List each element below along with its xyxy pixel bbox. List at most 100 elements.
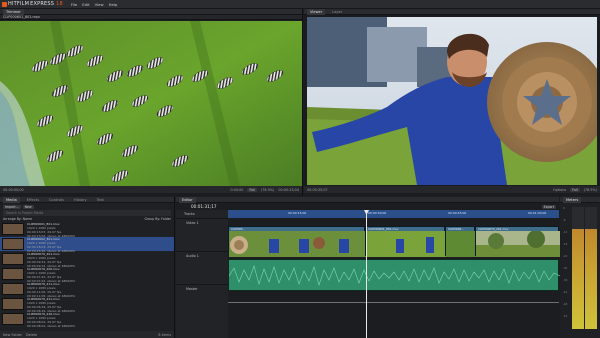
media-meta: CLIP000679_221.mov 1920 x 1080 pixels 00:0… (27, 297, 75, 313)
media-audio-info: 00:00:08;02, stereo at 48000Hz (27, 323, 75, 327)
track-headers: Tracks Video 1 Audio 1 Master (176, 210, 228, 338)
audio-track-header[interactable]: Audio 1 (176, 251, 228, 284)
menu-edit[interactable]: Edit (82, 2, 89, 7)
meter-tick: -36 (563, 279, 568, 282)
trimmer-video-frame (0, 21, 302, 186)
trimmer-clip-name: CLIP000601_801.mov (0, 15, 302, 20)
video-track-header[interactable]: Video 1 (176, 218, 228, 251)
ruler-mark: 00:01:00;00 (528, 211, 547, 215)
timeline-ruler[interactable]: 00:00:15;00 00:00:30;00 00:00:45;00 00:0… (228, 210, 559, 218)
menu-file[interactable]: File (71, 2, 77, 7)
media-meta: CLIP000601_801.mov 1920 x 1080 pixels 00:0… (27, 222, 75, 238)
video-clip[interactable]: CLIP000679_201.mov (475, 226, 560, 257)
media-list-item[interactable]: CLIP000679_226.mov 1920 x 1080 pixels 00:0… (0, 312, 174, 327)
meter-right-fill (585, 228, 597, 329)
ruler-mark: 00:00:15;00 (288, 211, 307, 215)
meter-tick: -30 (563, 267, 568, 270)
meter-tick: -12 (563, 231, 568, 234)
new-folder-button[interactable]: New Folder (3, 333, 22, 337)
delete-button[interactable]: Delete (26, 333, 37, 337)
tab-effects[interactable]: Effects (24, 197, 42, 203)
meter-tick: -54 (563, 315, 568, 318)
meter-tick: -24 (563, 255, 568, 258)
media-list-item[interactable]: CLIP000679_206.mov 1920 x 1080 pixels 00:0… (0, 267, 174, 282)
media-list-item[interactable]: CLIP000679_211.mov 1920 x 1080 pixels 00:0… (0, 282, 174, 297)
video-clip[interactable]: CLIP0006... (445, 226, 476, 257)
media-list-item[interactable]: CLIP000679_201.mov 1920 x 1080 pixels 00:0… (0, 252, 174, 267)
menu-help[interactable]: Help (109, 2, 118, 7)
media-meta: CLIP000602_301.mov 1920 x 1080 pixels 00:0… (27, 237, 75, 253)
media-thumbnail (2, 238, 24, 250)
media-list-item[interactable]: CLIP000602_301.mov 1920 x 1080 pixels 00:0… (0, 237, 174, 252)
app-logo: HITFILM EXPRESS 18 (2, 1, 63, 7)
media-count: 8 items (158, 332, 171, 337)
master-track-header[interactable]: Master (176, 284, 228, 304)
clip-thumbnails (366, 231, 446, 257)
menu-view[interactable]: View (95, 2, 104, 7)
media-panel: Media Effects Controls History Text Impo… (0, 196, 175, 338)
video-clip[interactable]: CLIP000... (228, 226, 366, 257)
viewer-full-dropdown[interactable]: Full (570, 187, 580, 192)
meter-left-fill (572, 228, 584, 329)
trimmer-statusbar: 00:00:00;00 0:00:00 Full (78.9%) 00:00:2… (0, 186, 302, 193)
audio-track-lane[interactable] (228, 259, 561, 291)
tab-controls[interactable]: Controls (46, 197, 67, 203)
viewer-timecode: 00:00:35;07 (307, 187, 328, 192)
tab-text[interactable]: Text (94, 197, 107, 203)
viewer-zoom[interactable]: (78.9%) (584, 188, 597, 192)
menu-bar: File Edit View Help (71, 2, 117, 7)
tab-trimmer[interactable]: Trimmer (3, 8, 24, 15)
meter-tick: -18 (563, 243, 568, 246)
tab-media[interactable]: Media (3, 196, 20, 203)
tab-history[interactable]: History (71, 197, 90, 203)
media-thumbnail (2, 298, 24, 310)
editor-toolbar: 00:01:31;17 Export (176, 203, 559, 210)
tab-viewer[interactable]: Viewer (307, 8, 326, 15)
tab-layer[interactable]: Layer (329, 9, 345, 15)
viewer-options-button[interactable]: Options (553, 188, 566, 192)
viewer-tabbar: Viewer Layer (304, 8, 600, 15)
trimmer-timecode-left: 00:00:00;00 (3, 187, 24, 192)
clip-thumbnails (229, 231, 366, 257)
export-button[interactable]: Export (541, 204, 556, 209)
viewer-statusbar: 00:00:35;07 Options Full (78.9%) (304, 186, 600, 193)
trimmer-timecode-right: 00:00:23;04 (278, 187, 299, 192)
video-track-lane: CLIP000... CLIP000601_801.mov CLIP0006..… (228, 226, 560, 257)
media-list-item[interactable]: CLIP000679_221.mov 1920 x 1080 pixels 00:0… (0, 297, 174, 312)
group-by-dropdown[interactable]: Group By: Folder (145, 217, 172, 221)
master-track-lane (228, 302, 559, 303)
meter-right (585, 207, 597, 329)
viewer-video-frame (307, 17, 597, 185)
clip-thumbnails (476, 231, 560, 257)
meter-left (572, 207, 584, 329)
media-toolbar: Import... New (0, 203, 174, 210)
meter-tick: -48 (563, 303, 568, 306)
import-button[interactable]: Import... (3, 204, 21, 209)
meter-scale: 0 -6 -12 -18 -24 -30 -36 -42 -48 -54 (560, 207, 570, 329)
title-bar: HITFILM EXPRESS 18 File Edit View Help (0, 0, 600, 9)
media-list: CLIP000601_801.mov 1920 x 1080 pixels 00:0… (0, 222, 174, 327)
app-name: HITFILM (8, 1, 30, 7)
tracks-label: Tracks (184, 212, 195, 216)
meters-tabbar: Meters (560, 196, 600, 203)
trimmer-start-label: 0:00:00 (230, 187, 244, 192)
media-list-item[interactable]: CLIP000601_801.mov 1920 x 1080 pixels 00:0… (0, 222, 174, 237)
arrange-by-dropdown[interactable]: Arrange By: Name (3, 217, 32, 221)
video-clip[interactable]: CLIP000601_801.mov (365, 226, 446, 257)
tab-meters[interactable]: Meters (563, 196, 582, 203)
trimmer-full-dropdown[interactable]: Full (247, 187, 257, 192)
shield-man-image (307, 17, 597, 185)
tab-editor[interactable]: Editor (179, 196, 196, 203)
meter-tick: -6 (563, 219, 566, 222)
playhead[interactable] (366, 210, 367, 338)
trimmer-zoom[interactable]: (78.9%) (261, 188, 274, 192)
app-version: 18 (56, 1, 63, 7)
ruler-mark: 00:00:45;00 (448, 211, 467, 215)
meter-tick: 0 (563, 207, 565, 210)
editor-panel: Editor 00:01:31;17 Export Tracks Video 1… (176, 196, 561, 338)
zebra-herd-image (0, 21, 302, 186)
new-button[interactable]: New (22, 204, 34, 209)
media-thumbnail (2, 223, 24, 235)
media-meta: CLIP000679_201.mov 1920 x 1080 pixels 00:0… (27, 252, 75, 268)
media-thumbnail (2, 268, 24, 280)
